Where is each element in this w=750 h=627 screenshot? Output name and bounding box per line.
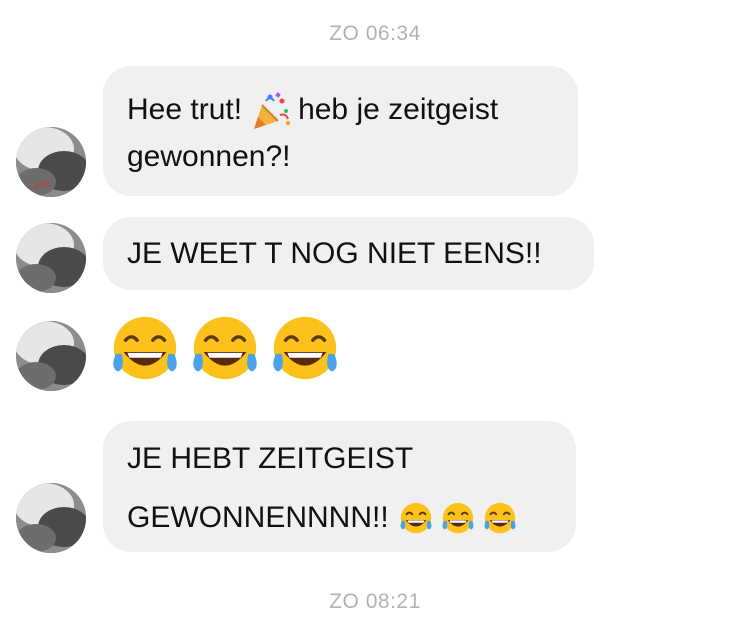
message-text: gewonnen?!: [127, 140, 291, 174]
avatar-photo-icon: [16, 127, 86, 197]
emoji-message[interactable]: [106, 311, 346, 391]
tears-of-joy-icon: [273, 316, 337, 380]
tears-of-joy-icon: [484, 502, 516, 534]
party-popper-icon: [254, 92, 291, 130]
timestamp: ZO 06:34: [329, 22, 421, 45]
message-text: JE WEET T NOG NIET EENS!!: [127, 237, 542, 270]
tears-of-joy-icon: [442, 502, 474, 534]
message-text: heb je zeitgeist: [298, 93, 499, 126]
avatar-photo-icon: [16, 483, 86, 553]
avatar-photo-icon: [16, 223, 86, 293]
avatar[interactable]: [16, 223, 86, 293]
tears-of-joy-icon: [193, 316, 257, 380]
message-bubble[interactable]: Hee trut! heb je zeitgeist gewonnen?!: [103, 66, 578, 196]
avatar[interactable]: [16, 321, 86, 391]
avatar[interactable]: [16, 483, 86, 553]
tears-of-joy-icon: [400, 502, 432, 534]
message-bubble[interactable]: JE WEET T NOG NIET EENS!!: [103, 217, 594, 290]
avatar-photo-icon: [16, 321, 86, 391]
message-bubble[interactable]: JE HEBT ZEITGEIST GEWONNENNNN!!: [103, 421, 576, 552]
message-text: GEWONNENNNN!!: [127, 501, 389, 534]
message-text: JE HEBT ZEITGEIST: [127, 442, 414, 475]
timestamp: ZO 08:21: [329, 590, 421, 613]
avatar[interactable]: [16, 127, 86, 197]
message-text: Hee trut!: [127, 93, 243, 126]
tears-of-joy-icon: [113, 316, 177, 380]
